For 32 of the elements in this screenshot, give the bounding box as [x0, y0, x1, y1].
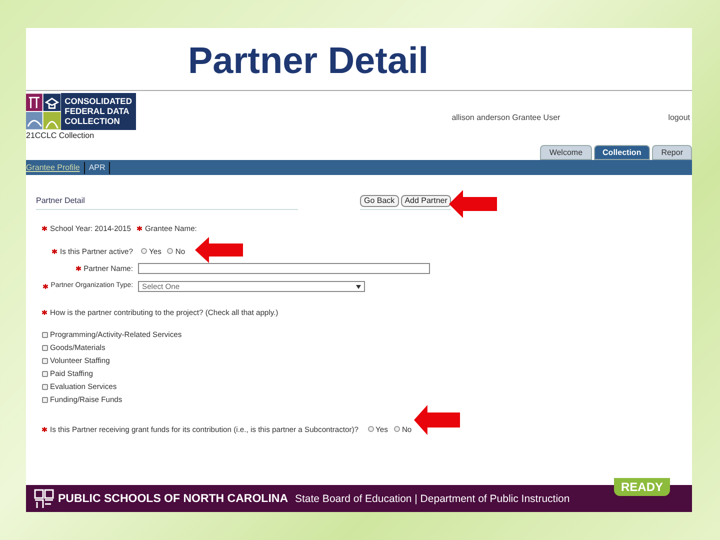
ready-badge: READY	[614, 478, 670, 496]
add-partner-button[interactable]: Add Partner	[400, 195, 452, 207]
partner-name-field[interactable]	[138, 263, 430, 274]
tab[interactable]: Repor	[652, 145, 692, 160]
slide-title: Partner Detail	[188, 42, 429, 79]
logo-drawing: CONSOLIDATED FEDERAL DATA COLLECTION	[26, 93, 136, 130]
checkbox[interactable]	[42, 358, 48, 364]
logout-link[interactable]: logout	[668, 113, 690, 122]
checkbox[interactable]	[42, 332, 48, 338]
checkbox[interactable]	[42, 384, 48, 390]
checkbox[interactable]	[42, 344, 48, 351]
radio-button[interactable]	[167, 248, 174, 254]
organization-name: PUBLIC SCHOOLS OF NORTH CAROLINA	[58, 492, 288, 504]
grantee-profile-link[interactable]: Grantee Profile	[26, 162, 85, 174]
radio-button[interactable]	[141, 248, 147, 254]
arrow-icon	[414, 405, 460, 435]
tab[interactable]: Welcome	[540, 145, 592, 160]
user-name: allison anderson Grantee User	[452, 113, 560, 122]
department-text: State Board of Education | Department of Public Instruction	[295, 492, 570, 504]
radio-button[interactable]	[368, 426, 374, 432]
arrow-icon	[449, 190, 497, 218]
checkbox[interactable]	[42, 370, 48, 377]
go-back-button[interactable]: Go Back	[360, 195, 399, 207]
tab[interactable]: Collection	[594, 145, 650, 160]
radio-button[interactable]	[394, 426, 400, 432]
arrow-icon	[195, 237, 243, 263]
collection-title: 21CCLC Collection	[26, 131, 94, 140]
school-logo-icon	[34, 488, 54, 508]
checkbox[interactable]	[42, 396, 48, 403]
section-title: Partner Detail	[36, 197, 298, 210]
caret-icon	[356, 284, 361, 289]
nav-item[interactable]: APR	[84, 162, 110, 174]
